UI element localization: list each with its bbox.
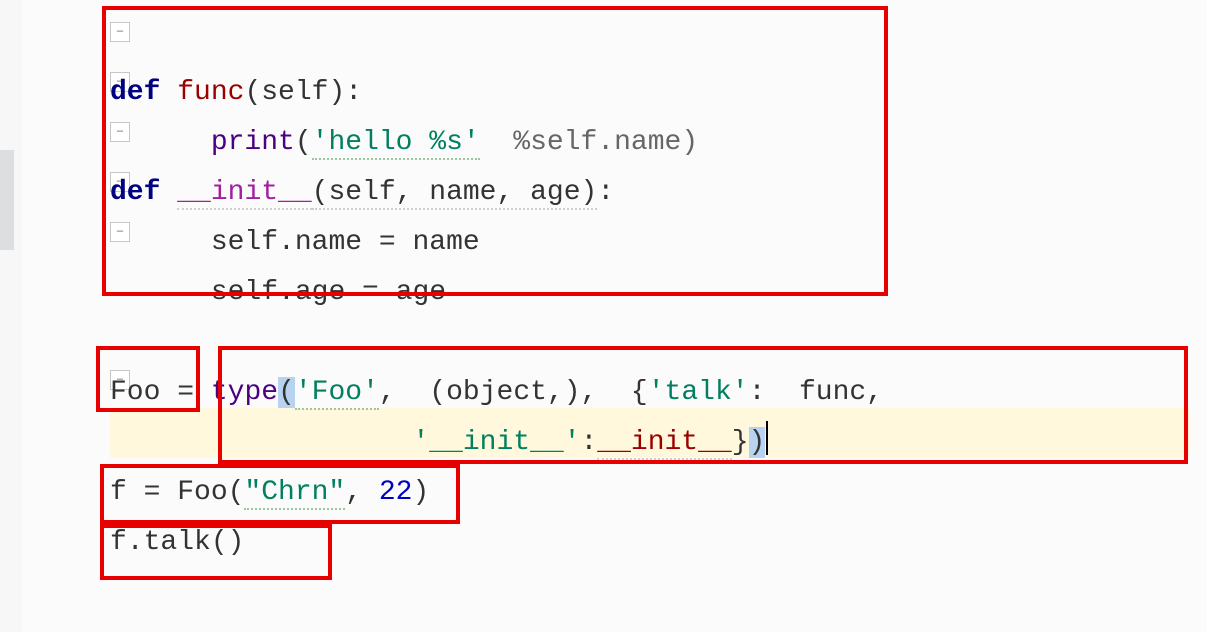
func-name: func [177, 77, 244, 108]
indent [110, 427, 412, 458]
caret-icon [766, 421, 768, 455]
string-literal: "Chrn" [244, 477, 345, 510]
line-3: def __init__(self, name, age): [110, 177, 614, 210]
code-text: , (object,), { [379, 377, 648, 408]
gutter [0, 0, 22, 632]
line-7: Foo = type('Foo', (object,), {'talk': fu… [110, 377, 883, 410]
signature: (self, name, age) [312, 177, 598, 210]
line-8: '__init__':__init__}) [110, 427, 768, 458]
code-text: self.name = name [211, 227, 480, 258]
code-text: : func, [749, 377, 883, 408]
identifier: Foo [110, 377, 160, 408]
keyword-def: def [110, 77, 160, 108]
code-area[interactable]: def func(self): print('hello %s' %self.n… [110, 18, 883, 568]
line-10: f.talk() [110, 527, 244, 558]
change-marker [0, 150, 14, 250]
string-literal: 'Foo' [295, 377, 379, 410]
dunder-init: __init__ [177, 177, 311, 210]
brace: } [732, 427, 749, 458]
identifier: __init__ [597, 427, 731, 460]
colon: : [597, 177, 614, 208]
builtin-print: print [211, 127, 295, 158]
line-6-blank [110, 327, 127, 358]
code-text: f = Foo( [110, 477, 244, 508]
code-text: self.age = age [211, 277, 446, 308]
line-9: f = Foo("Chrn", 22) [110, 477, 429, 510]
builtin-type: type [211, 377, 278, 408]
comma: , [345, 477, 379, 508]
eq: = [160, 377, 210, 408]
code-text: %self.name) [480, 127, 698, 158]
string-literal: 'hello %s' [312, 127, 480, 160]
colon: : [580, 427, 597, 458]
paren-highlight: ( [278, 377, 295, 408]
line-4: self.name = name [110, 227, 480, 258]
string-literal: '__init__' [412, 427, 580, 458]
line-1: def func(self): [110, 77, 362, 108]
string-literal: 'talk' [648, 377, 749, 408]
keyword-def: def [110, 177, 160, 208]
signature: (self): [244, 77, 362, 108]
code-editor[interactable]: def func(self): print('hello %s' %self.n… [0, 0, 1207, 632]
line-5: self.age = age [110, 277, 446, 308]
line-2: print('hello %s' %self.name) [110, 127, 698, 160]
paren-highlight: ) [749, 427, 766, 458]
paren: ) [412, 477, 429, 508]
number-literal: 22 [379, 477, 413, 508]
code-text: f.talk() [110, 527, 244, 558]
